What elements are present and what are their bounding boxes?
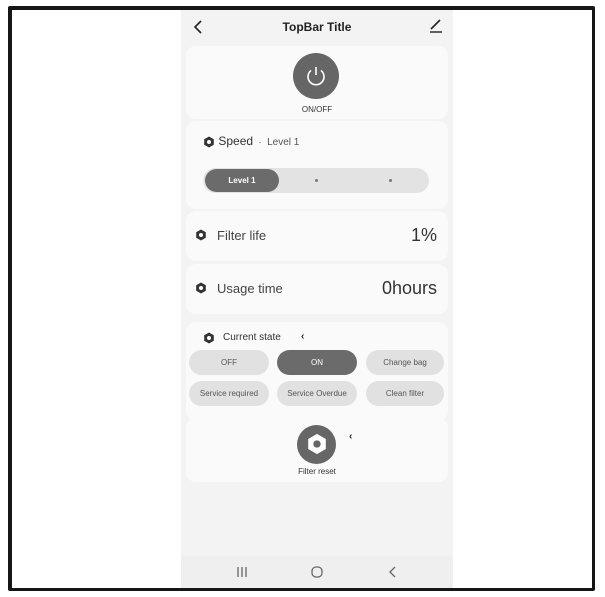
speed-header: Speed · Level 1 xyxy=(203,134,299,148)
home-icon xyxy=(311,566,323,578)
hex-nut-icon xyxy=(196,229,206,241)
filter-reset-label: Filter reset xyxy=(298,467,336,476)
power-icon xyxy=(307,67,325,86)
speed-level-2-option[interactable] xyxy=(315,179,318,182)
hex-nut-icon xyxy=(308,433,326,455)
edit-icon xyxy=(430,19,442,33)
home-button[interactable] xyxy=(308,564,326,580)
system-back-button[interactable] xyxy=(384,564,402,580)
filter-life-label: Filter life xyxy=(217,228,267,243)
recent-apps-icon xyxy=(237,567,247,577)
speed-level-3-option[interactable] xyxy=(389,179,392,182)
state-option-service-overdue[interactable]: Service Overdue xyxy=(277,381,357,406)
filter-reset-button[interactable] xyxy=(297,425,336,464)
chevron-left-icon: ‹ xyxy=(301,331,305,342)
speed-current-level: Level 1 xyxy=(267,137,300,148)
system-nav-bar xyxy=(181,556,453,588)
speed-separator: · xyxy=(258,137,262,148)
phone-screen: TopBar Title ON/OFF Speed · Level 1 Leve… xyxy=(181,10,453,588)
state-option-service-required[interactable]: Service required xyxy=(189,381,269,406)
recent-apps-button[interactable] xyxy=(233,564,251,580)
top-bar: TopBar Title xyxy=(181,10,453,44)
edit-button[interactable] xyxy=(427,17,445,35)
page-title: TopBar Title xyxy=(282,20,352,34)
hex-nut-icon xyxy=(196,282,206,294)
speed-title: Speed xyxy=(218,134,254,148)
state-option-off[interactable]: OFF xyxy=(189,350,269,375)
chevron-left-icon: ‹ xyxy=(349,431,353,442)
state-option-change-bag[interactable]: Change bag xyxy=(366,350,444,375)
usage-time-value: 0hours xyxy=(381,278,437,298)
state-option-clean-filter[interactable]: Clean filter xyxy=(366,381,444,406)
chevron-left-icon xyxy=(389,566,396,578)
state-option-on[interactable]: ON xyxy=(277,350,357,375)
hex-nut-icon xyxy=(204,136,214,148)
power-label: ON/OFF xyxy=(301,105,333,114)
filter-life-value: 1% xyxy=(410,225,437,245)
power-button[interactable] xyxy=(293,53,339,99)
current-state-label: Current state xyxy=(223,332,281,343)
usage-time-label: Usage time xyxy=(217,281,283,296)
speed-level-1-option[interactable]: Level 1 xyxy=(205,169,279,192)
speed-level-selector: Level 1 xyxy=(203,168,429,193)
hex-nut-icon xyxy=(204,332,214,344)
